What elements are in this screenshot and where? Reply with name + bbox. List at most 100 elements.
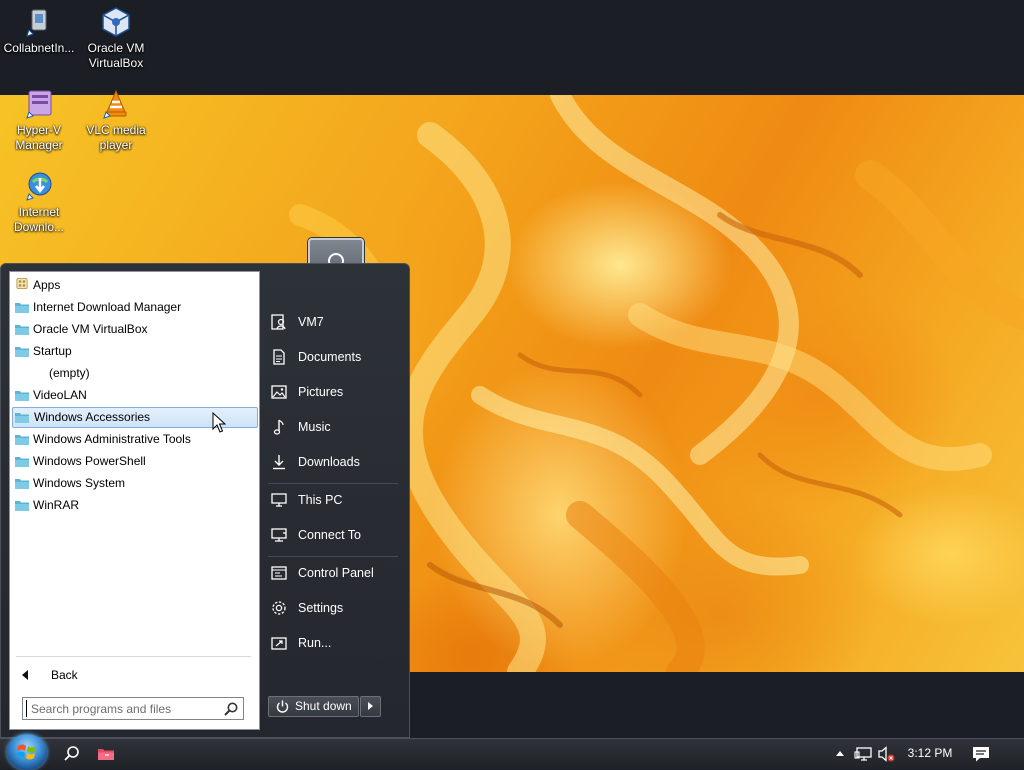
menu-item-vm7[interactable]: VM7: [268, 307, 400, 337]
collabnet-icon: [23, 6, 55, 38]
desktop-icon-vlc[interactable]: VLC media player: [77, 88, 155, 153]
desktop-icon-label: Hyper-V Manager: [15, 123, 63, 152]
program-label: (empty): [49, 366, 90, 380]
program-label: Oracle VM VirtualBox: [33, 322, 148, 336]
desktop-icon-hyperv[interactable]: Hyper-V Manager: [0, 88, 78, 153]
back-label: Back: [51, 668, 78, 682]
desktop-icon-label: VLC media player: [86, 123, 146, 152]
shut-down-button[interactable]: Shut down: [268, 696, 359, 717]
control-panel-icon: [271, 566, 287, 580]
hyperv-icon: [23, 88, 55, 120]
program-folder-windows-system[interactable]: Windows System: [12, 473, 258, 494]
power-icon: [276, 700, 289, 713]
menu-item-label: VM7: [298, 315, 324, 329]
program-folder-videolan[interactable]: VideoLAN: [12, 385, 258, 406]
apps-icon: [16, 278, 28, 289]
desktop-icon-label: CollabnetIn...: [3, 41, 75, 55]
folder-icon: [15, 391, 29, 401]
menu-item-label: Pictures: [298, 385, 344, 399]
desktop-icon-collabnet[interactable]: CollabnetIn...: [0, 6, 78, 56]
shut-down-options-button[interactable]: [360, 696, 381, 717]
menu-item-run[interactable]: Run...: [268, 628, 400, 658]
program-label: WinRAR: [33, 498, 80, 512]
search-icon[interactable]: [223, 701, 239, 717]
menu-item-this-pc[interactable]: This PC: [268, 485, 400, 515]
back-button[interactable]: Back: [20, 664, 250, 686]
chevron-right-icon: [368, 702, 373, 710]
program-label: Internet Download Manager: [33, 300, 182, 314]
folder-icon: [15, 347, 29, 357]
program-label: Windows PowerShell: [33, 454, 146, 468]
menu-item-settings[interactable]: Settings: [268, 593, 400, 623]
program-label: Windows Administrative Tools: [33, 432, 191, 446]
connect-to-icon: [271, 528, 287, 542]
programs-pane: Apps Internet Download Manager Oracle VM…: [9, 271, 260, 730]
this-pc-icon: [271, 493, 287, 507]
idm-icon: [23, 170, 55, 202]
menu-item-label: Music: [298, 420, 331, 434]
virtualbox-icon: [100, 6, 132, 38]
chevron-up-icon[interactable]: [830, 744, 850, 764]
menu-item-label: Run...: [298, 636, 332, 650]
program-item-apps[interactable]: Apps: [12, 275, 258, 296]
program-folder-idm[interactable]: Internet Download Manager: [12, 297, 258, 318]
menu-item-pictures[interactable]: Pictures: [268, 377, 400, 407]
user-folder-icon: [271, 314, 286, 330]
start-button[interactable]: [7, 734, 47, 770]
folder-icon: [15, 325, 29, 335]
program-folder-virtualbox[interactable]: Oracle VM VirtualBox: [12, 319, 258, 340]
menu-item-label: Connect To: [298, 528, 362, 542]
action-center-icon[interactable]: [971, 744, 991, 764]
program-folder-windows-powershell[interactable]: Windows PowerShell: [12, 451, 258, 472]
windows-logo-icon: [17, 744, 36, 760]
menu-item-label: Downloads: [298, 455, 360, 469]
menu-item-label: This PC: [298, 493, 343, 507]
divider: [268, 483, 398, 484]
menu-item-label: Control Panel: [298, 566, 374, 580]
run-icon: [271, 637, 287, 650]
documents-icon: [273, 349, 285, 365]
search-box[interactable]: [22, 697, 244, 720]
folder-icon: [15, 435, 29, 445]
program-label: Windows System: [33, 476, 126, 490]
search-input[interactable]: [26, 700, 221, 717]
search-icon[interactable]: [62, 744, 82, 764]
menu-item-documents[interactable]: Documents: [268, 342, 400, 372]
program-label: Startup: [33, 344, 72, 358]
program-folder-startup[interactable]: Startup: [12, 341, 258, 362]
menu-item-label: Settings: [298, 601, 344, 615]
downloads-icon: [273, 455, 285, 470]
settings-icon: [272, 601, 286, 615]
program-label: Windows Accessories: [34, 410, 151, 424]
music-icon: [273, 419, 284, 435]
folder-icon: [15, 303, 29, 313]
shut-down-label: Shut down: [295, 699, 352, 713]
file-explorer-icon[interactable]: [96, 744, 116, 764]
menu-item-downloads[interactable]: Downloads: [268, 447, 400, 477]
program-item-empty: (empty): [12, 363, 258, 384]
vlc-icon: [100, 88, 132, 120]
desktop-icon-label: Internet Downlo...: [13, 205, 65, 234]
folder-icon: [15, 501, 29, 511]
mouse-cursor-icon: [212, 412, 226, 433]
volume-muted-icon[interactable]: [877, 744, 897, 764]
pictures-icon: [271, 385, 287, 399]
menu-item-control-panel[interactable]: Control Panel: [268, 558, 400, 588]
program-folder-winrar[interactable]: WinRAR: [12, 495, 258, 516]
folder-icon: [15, 457, 29, 467]
desktop-icon-idm[interactable]: Internet Downlo...: [0, 170, 78, 235]
network-icon[interactable]: [854, 744, 874, 764]
menu-item-music[interactable]: Music: [268, 412, 400, 442]
program-label: Apps: [33, 278, 61, 292]
desktop-icon-virtualbox[interactable]: Oracle VM VirtualBox: [77, 6, 155, 71]
folder-icon: [15, 479, 29, 489]
clock[interactable]: 3:12 PM: [902, 742, 958, 764]
desktop-icon-label: Oracle VM VirtualBox: [87, 41, 145, 70]
divider: [268, 556, 398, 557]
menu-item-connect-to[interactable]: Connect To: [268, 520, 400, 550]
back-arrow-icon: [22, 670, 28, 680]
folder-icon: [15, 413, 29, 423]
program-label: VideoLAN: [33, 388, 87, 402]
divider: [16, 656, 251, 657]
menu-item-label: Documents: [298, 350, 362, 364]
